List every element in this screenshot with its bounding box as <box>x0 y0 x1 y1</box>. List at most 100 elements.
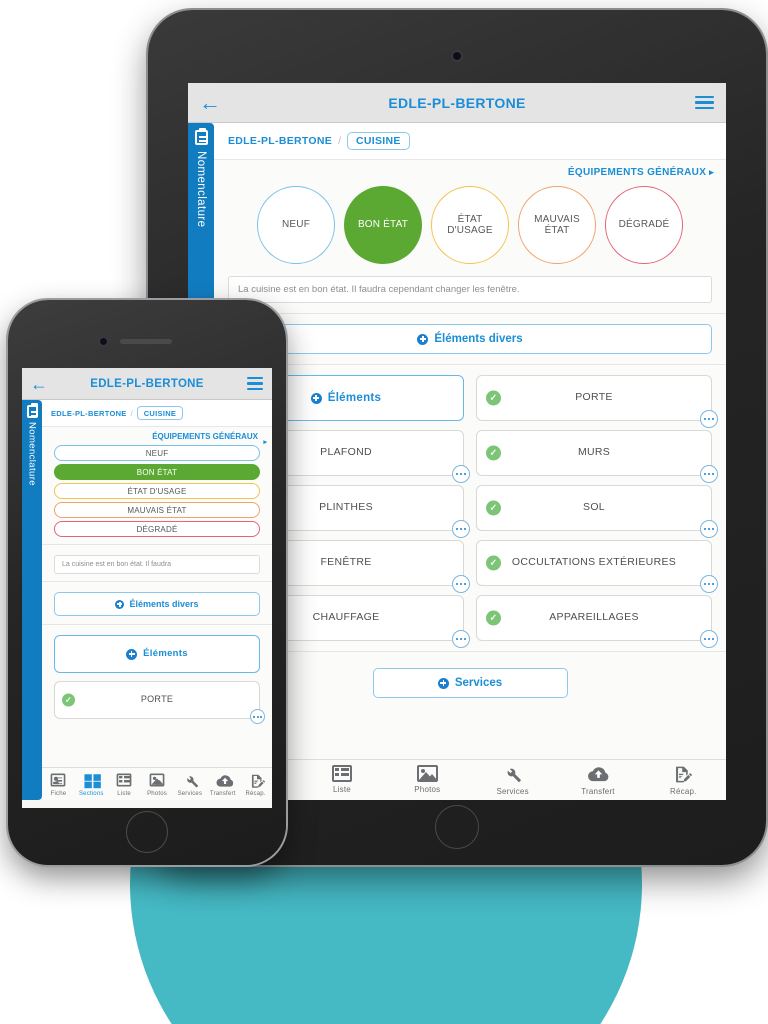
tab-label: Fiche <box>50 791 67 797</box>
comment-input[interactable]: La cuisine est en bon état. Il faudra <box>54 555 260 574</box>
check-circle-icon: ✓ <box>486 500 501 516</box>
tab-rcap[interactable]: Récap. <box>641 765 726 796</box>
condition-pill-4[interactable]: DÉGRADÉ <box>54 521 260 537</box>
more-options-dots-icon[interactable] <box>700 575 718 593</box>
plus-circle-icon <box>115 599 125 609</box>
tab-liste[interactable]: Liste <box>299 765 384 796</box>
breadcrumb: EDLE-PL-BERTONE / CUISINE <box>214 123 726 160</box>
condition-label: NEUF <box>281 219 311 231</box>
condition-pill-1[interactable]: BON ÉTAT <box>54 464 260 480</box>
item-label: PLAFOND <box>320 446 372 459</box>
item-cell[interactable]: ✓ PORTE <box>476 375 718 428</box>
plus-circle-icon <box>310 392 322 404</box>
hamburger-menu-icon[interactable] <box>238 377 272 390</box>
clipboard-icon <box>194 128 208 145</box>
phone-item-cells: ✓ PORTE <box>54 681 265 724</box>
tab-transfert[interactable]: Transfert <box>206 772 239 797</box>
condition-label: BON ÉTAT <box>357 219 409 231</box>
item-cell[interactable]: ✓ SOL <box>476 485 718 538</box>
divider <box>42 544 272 545</box>
more-options-dots-icon[interactable] <box>452 465 470 483</box>
tab-services[interactable]: Services <box>470 765 555 796</box>
plus-circle-icon <box>437 677 449 689</box>
condition-circle-0[interactable]: NEUF <box>257 186 335 264</box>
tab-label: Liste <box>333 785 351 794</box>
more-options-dots-icon[interactable] <box>452 630 470 648</box>
hamburger-menu-icon[interactable] <box>682 95 726 110</box>
tab-label: Services <box>496 787 529 796</box>
tablet-scroll-area[interactable]: ÉQUIPEMENTS GÉNÉRAUX ▸ NEUF BON ÉTAT ÉTAT D… <box>214 160 726 759</box>
item-cell[interactable]: ✓ OCCULTATIONS EXTÉRIEURES <box>476 540 718 593</box>
condition-pill-group: NEUF BON ÉTAT ÉTAT D'USAGE MAUVAIS ÉTAT DÉGR… <box>42 445 272 544</box>
more-options-dots-icon[interactable] <box>250 709 265 724</box>
breadcrumb-current-chip[interactable]: CUISINE <box>346 132 410 150</box>
item-cell[interactable]: ✓ APPAREILLAGES <box>476 595 718 648</box>
comment-input[interactable]: La cuisine est en bon état. Il faudra ce… <box>228 276 712 303</box>
add-services-label: Services <box>454 677 503 689</box>
condition-pill-2[interactable]: ÉTAT D'USAGE <box>54 483 260 499</box>
condition-circle-4[interactable]: DÉGRADÉ <box>605 186 683 264</box>
page-title: EDLE-PL-BERTONE <box>90 377 204 390</box>
tablet-bottom-tab-bar: SectionsListePhotosServicesTransfertRéca… <box>214 759 726 800</box>
more-options-dots-icon[interactable] <box>452 575 470 593</box>
cloud-upload-icon <box>215 773 233 787</box>
breadcrumb-root[interactable]: EDLE-PL-BERTONE <box>51 409 127 418</box>
tab-label: Photos <box>147 791 167 797</box>
tab-photos[interactable]: Photos <box>385 765 470 796</box>
tab-rcap[interactable]: Récap. <box>239 772 272 797</box>
list-icon <box>116 773 132 787</box>
tab-sections[interactable]: Sections <box>75 772 108 797</box>
breadcrumb-current-chip[interactable]: CUISINE <box>136 406 184 420</box>
tab-label: Récap. <box>245 791 266 797</box>
add-elements-divers-label: Éléments divers <box>434 333 523 345</box>
chevron-right-icon: ▸ <box>709 167 714 177</box>
more-options-dots-icon[interactable] <box>700 630 718 648</box>
add-elements-divers-button[interactable]: Éléments divers <box>228 324 712 354</box>
add-elements-button[interactable]: Éléments <box>54 635 260 673</box>
more-options-dots-icon[interactable] <box>700 465 718 483</box>
clipboard-icon <box>26 403 38 418</box>
item-label: OCCULTATIONS EXTÉRIEURES <box>511 556 677 569</box>
item-label: APPAREILLAGES <box>549 611 639 624</box>
item-label: SOL <box>583 501 605 514</box>
condition-pill-0[interactable]: NEUF <box>54 445 260 461</box>
tab-fiche[interactable]: Fiche <box>42 772 75 797</box>
item-cell[interactable]: ✓ PORTE <box>54 681 265 724</box>
tab-services[interactable]: Services <box>173 772 206 797</box>
tablet-home-button[interactable] <box>435 805 479 849</box>
condition-pill-3[interactable]: MAUVAIS ÉTAT <box>54 502 260 518</box>
back-arrow-icon[interactable]: ← <box>22 375 56 393</box>
more-options-dots-icon[interactable] <box>700 520 718 538</box>
section-header[interactable]: ÉQUIPEMENTS GÉNÉRAUX ▸ <box>42 427 272 446</box>
list-icon <box>331 765 352 782</box>
condition-circle-2[interactable]: ÉTAT D'USAGE <box>431 186 509 264</box>
phone-home-button[interactable] <box>126 811 168 853</box>
condition-circle-group: NEUF BON ÉTAT ÉTAT D'USAGE MAUVAIS ÉTAT DÉGR… <box>214 180 726 276</box>
item-cell[interactable]: ✓ MURS <box>476 430 718 483</box>
tab-liste[interactable]: Liste <box>108 772 141 797</box>
tab-photos[interactable]: Photos <box>141 772 174 797</box>
add-services-button[interactable]: Services <box>372 668 568 698</box>
phone-speaker <box>120 339 172 344</box>
back-arrow-icon[interactable]: ← <box>188 91 232 114</box>
plus-circle-icon <box>126 648 138 660</box>
condition-label: ÉTAT D'USAGE <box>447 213 493 237</box>
item-label: PORTE <box>575 391 613 404</box>
phone-scroll-area[interactable]: ÉQUIPEMENTS GÉNÉRAUX ▸ NEUF BON ÉTAT ÉTAT … <box>42 427 272 767</box>
divider <box>42 581 272 582</box>
add-elements-label: Éléments <box>143 648 188 660</box>
breadcrumb-root[interactable]: EDLE-PL-BERTONE <box>228 135 332 147</box>
plus-circle-icon <box>417 333 429 345</box>
condition-circle-3[interactable]: MAUVAIS ÉTAT <box>518 186 596 264</box>
cloud-upload-icon <box>587 765 609 784</box>
tablet-app-bar: ← EDLE-PL-BERTONE <box>188 83 726 123</box>
divider <box>214 651 726 652</box>
add-elements-divers-button[interactable]: Éléments divers <box>54 592 260 616</box>
breadcrumb: EDLE-PL-BERTONE / CUISINE <box>42 400 272 427</box>
sidebar-nomenclature-tab[interactable]: Nomenclature <box>22 400 42 800</box>
tab-transfert[interactable]: Transfert <box>555 765 640 796</box>
condition-circle-1[interactable]: BON ÉTAT <box>344 186 422 264</box>
section-header[interactable]: ÉQUIPEMENTS GÉNÉRAUX ▸ <box>214 160 726 180</box>
more-options-dots-icon[interactable] <box>452 520 470 538</box>
more-options-dots-icon[interactable] <box>700 410 718 428</box>
